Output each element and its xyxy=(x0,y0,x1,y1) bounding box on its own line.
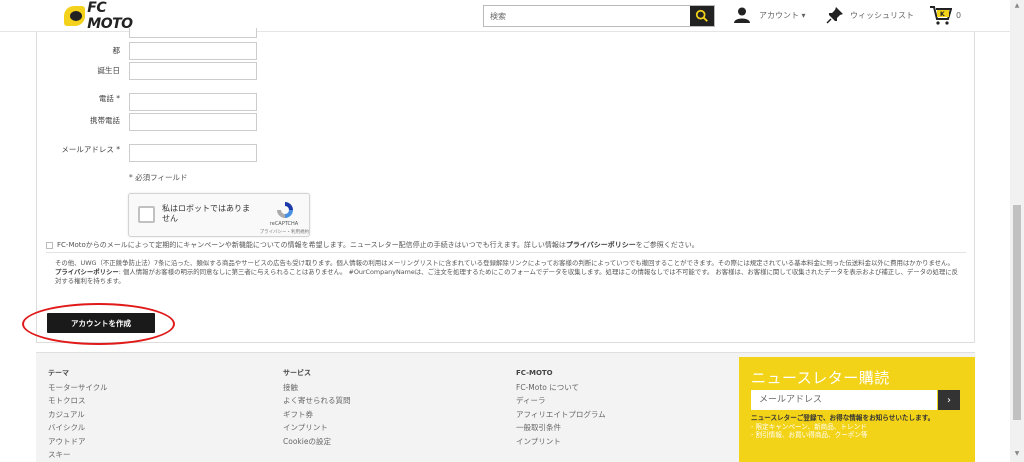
footer-heading-fcmoto: FC-MOTO xyxy=(516,369,553,377)
recaptcha-links[interactable]: プライバシー・利用規約 xyxy=(237,229,309,235)
footer-link[interactable]: よく寄せられる質問 xyxy=(283,394,351,407)
recaptcha-label: 私はロボットではありません xyxy=(162,204,250,223)
cart-count: 0 xyxy=(956,10,962,20)
prefecture-label: 都 xyxy=(112,46,121,55)
account-label: アカウント ▾ xyxy=(759,10,806,20)
newsletter-lead: ニュースレターご登録で、お得な情報をお知らせいたします。 xyxy=(751,414,935,422)
scroll-down-arrow-icon[interactable]: ▼ xyxy=(1013,450,1021,458)
footer-heading-service: サービス xyxy=(283,369,311,377)
required-note: * 必須フィールド xyxy=(129,173,188,182)
page-scrollbar[interactable]: ▲ ▼ xyxy=(1010,0,1024,462)
legal-paragraph-privacy: プライバシーポリシー: 個人情報がお客様の明示的同意なしに第三者に与えられること… xyxy=(55,268,959,285)
birthday-input[interactable] xyxy=(129,62,257,80)
pin-icon xyxy=(826,7,843,24)
newsletter-email-input[interactable] xyxy=(751,390,937,410)
email-label: メールアドレス * xyxy=(61,145,120,154)
fcmoto-logo[interactable]: FC MOTO xyxy=(64,0,148,32)
footer-link[interactable]: FC-Moto について xyxy=(516,381,606,394)
footer-link[interactable]: スキー xyxy=(48,448,107,461)
search-input[interactable] xyxy=(484,6,690,26)
legal-paragraph-uwg: その他、UWG（不正競争防止法）7条に沿った、類似する商品やサービスの広告も受け… xyxy=(55,259,954,267)
birthday-label: 誕生日 xyxy=(97,66,121,75)
newsletter-checkbox[interactable] xyxy=(46,241,53,249)
scroll-up-arrow-icon[interactable]: ▲ xyxy=(1013,2,1021,10)
prefecture-input[interactable] xyxy=(129,42,257,60)
newsletter-optin: FC-Motoからのメールによって定期的にキャンペーンや新機能についての情報を希… xyxy=(46,240,986,250)
scroll-thumb[interactable] xyxy=(1013,205,1021,420)
footer-column-themes: テーマ モーターサイクル モトクロス カジュアル バイシクル アウトドア スキー xyxy=(48,368,107,461)
newsletter-bullet: - 割引情報、お買い得商品、クーポン等 xyxy=(751,431,868,439)
footer-heading-themes: テーマ xyxy=(48,369,69,377)
footer-column-service: サービス 接触 よく寄せられる質問 ギフト券 インプリント Cookieの設定 xyxy=(283,368,351,448)
footer-link[interactable]: ギフト券 xyxy=(283,408,351,421)
create-account-button[interactable]: アカウントを作成 xyxy=(47,313,155,333)
footer-link[interactable]: モーターサイクル xyxy=(48,381,107,394)
wishlist-label: ウィッシュリスト xyxy=(850,10,914,20)
footer-link[interactable]: アウトドア xyxy=(48,435,107,448)
newsletter-signup: ニュースレター購読 › ニュースレターご登録で、お得な情報をお知らせいたします。… xyxy=(739,357,975,462)
phone-input[interactable] xyxy=(129,93,257,111)
privacy-policy-link[interactable]: プライバシーポリシー xyxy=(566,241,636,249)
footer-link[interactable]: ディーラ xyxy=(516,394,606,407)
footer-link[interactable]: 一般取引条件 xyxy=(516,421,606,434)
svg-text:K: K xyxy=(940,11,945,18)
cart-link[interactable]: K 0 xyxy=(930,5,961,25)
divider xyxy=(46,252,966,253)
newsletter-title: ニュースレター購読 xyxy=(751,369,890,387)
footer-link[interactable]: Cookieの設定 xyxy=(283,435,351,448)
previous-field-input[interactable] xyxy=(129,28,257,38)
newsletter-optin-text: FC-Motoからのメールによって定期的にキャンペーンや新機能についての情報を希… xyxy=(57,241,699,249)
account-menu[interactable]: アカウント ▾ xyxy=(733,6,806,24)
newsletter-bullet: - 限定キャンペーン、新商品、トレンド xyxy=(751,422,867,431)
search-button[interactable] xyxy=(690,6,714,26)
footer-link[interactable]: 接触 xyxy=(283,381,351,394)
user-icon xyxy=(734,7,750,23)
newsletter-submit-button[interactable]: › xyxy=(938,390,960,410)
newsletter-description: ニュースレターご登録で、お得な情報をお知らせいたします。 - 限定キャンペーン、… xyxy=(751,414,966,440)
recaptcha-brand: reCAPTCHA xyxy=(269,221,299,227)
search-bar xyxy=(483,5,715,27)
footer-column-fcmoto: FC-MOTO FC-Moto について ディーラ アフィリエイトプログラム 一… xyxy=(516,368,606,448)
recaptcha-icon xyxy=(277,202,293,218)
wishlist-link[interactable]: ウィッシュリスト xyxy=(826,6,914,24)
privacy-policy-heading: プライバシーポリシー xyxy=(55,268,119,276)
mobile-label: 携帯電話 xyxy=(90,116,120,125)
footer-link[interactable]: バイシクル xyxy=(48,421,107,434)
footer-link[interactable]: インプリント xyxy=(516,435,606,448)
email-input[interactable] xyxy=(129,144,257,162)
legal-text: その他、UWG（不正競争防止法）7条に沿った、類似する商品やサービスの広告も受け… xyxy=(55,259,960,286)
footer-link[interactable]: インプリント xyxy=(283,421,351,434)
phone-label: 電話 * xyxy=(98,94,120,103)
search-icon xyxy=(695,9,708,22)
footer-link[interactable]: アフィリエイトプログラム xyxy=(516,408,606,421)
cart-icon: K xyxy=(930,6,952,25)
footer-link[interactable]: モトクロス xyxy=(48,394,107,407)
recaptcha-widget: 私はロボットではありません reCAPTCHA プライバシー・利用規約 xyxy=(128,193,310,237)
footer-link[interactable]: カジュアル xyxy=(48,408,107,421)
chevron-right-icon: › xyxy=(947,394,951,406)
logo-icon xyxy=(64,6,86,26)
mobile-input[interactable] xyxy=(129,113,257,131)
recaptcha-checkbox[interactable] xyxy=(138,206,155,223)
